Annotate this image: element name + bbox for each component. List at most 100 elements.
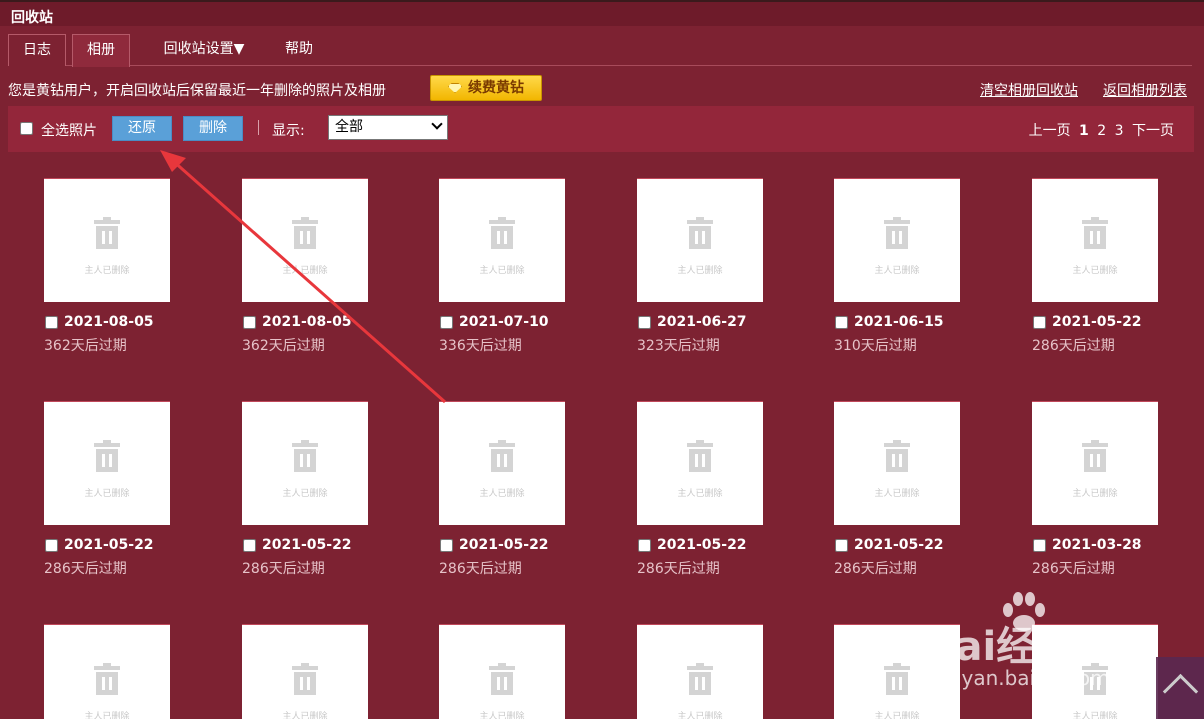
photo-thumbnail[interactable]: 主人已删除 [44, 624, 170, 719]
back-to-albums-link[interactable]: 返回相册列表 [1103, 80, 1187, 100]
photo-thumbnail[interactable]: 主人已删除 [242, 178, 368, 302]
photo-item[interactable]: 主人已删除 [439, 624, 567, 719]
photo-expire: 286天后过期 [242, 561, 325, 577]
photo-thumbnail[interactable]: 主人已删除 [439, 624, 565, 719]
trash-icon [687, 663, 713, 695]
photo-date: 2021-06-15 [854, 314, 944, 330]
photo-item[interactable]: 主人已删除 2021-05-22 286天后过期 [439, 401, 567, 577]
photo-checkbox[interactable] [638, 539, 651, 552]
delete-button[interactable]: 删除 [183, 116, 243, 141]
photo-item[interactable]: 主人已删除 2021-07-10 336天后过期 [439, 178, 567, 354]
photo-item[interactable]: 主人已删除 [637, 624, 765, 719]
tab-recycle-settings[interactable]: 回收站设置▼ [158, 34, 250, 66]
pagination: 上一页 1 2 3 下一页 [1025, 120, 1174, 140]
deleted-placeholder-text: 主人已删除 [1072, 712, 1118, 719]
photo-thumbnail[interactable]: 主人已删除 [834, 178, 960, 302]
trash-icon [94, 440, 120, 472]
select-all-label[interactable]: 全选照片 [41, 120, 97, 140]
renew-vip-label: 续费黄钻 [468, 80, 524, 96]
photo-item[interactable]: 主人已删除 2021-05-22 286天后过期 [834, 401, 962, 577]
watermark-text: Bai经验 [925, 624, 1077, 670]
photo-thumbnail[interactable]: 主人已删除 [1032, 401, 1158, 525]
deleted-placeholder-text: 主人已删除 [479, 266, 525, 276]
photo-item[interactable]: 主人已删除 2021-05-22 286天后过期 [44, 401, 172, 577]
photo-checkbox[interactable] [243, 316, 256, 329]
trash-icon [1082, 217, 1108, 249]
photo-thumbnail[interactable]: 主人已删除 [44, 401, 170, 525]
renew-vip-button[interactable]: 续费黄钻 [430, 75, 542, 101]
photo-item[interactable]: 主人已删除 2021-08-05 362天后过期 [242, 178, 370, 354]
photo-thumbnail[interactable]: 主人已删除 [44, 178, 170, 302]
photo-checkbox[interactable] [45, 539, 58, 552]
deleted-placeholder-text: 主人已删除 [677, 489, 723, 499]
photo-thumbnail[interactable]: 主人已删除 [242, 401, 368, 525]
diamond-icon [448, 83, 462, 93]
photo-checkbox[interactable] [440, 539, 453, 552]
photo-thumbnail[interactable]: 主人已删除 [834, 401, 960, 525]
arrow-head [160, 150, 186, 172]
page-2[interactable]: 2 [1097, 123, 1106, 139]
clear-recycle-link[interactable]: 清空相册回收站 [980, 80, 1078, 100]
trash-icon [94, 217, 120, 249]
photo-item[interactable]: 主人已删除 2021-05-22 286天后过期 [242, 401, 370, 577]
page-3[interactable]: 3 [1115, 123, 1124, 139]
trash-icon [489, 217, 515, 249]
photo-item[interactable]: 主人已删除 2021-03-28 286天后过期 [1032, 401, 1160, 577]
photo-date: 2021-08-05 [262, 314, 352, 330]
deleted-placeholder-text: 主人已删除 [84, 266, 130, 276]
deleted-placeholder-text: 主人已删除 [479, 712, 525, 719]
deleted-placeholder-text: 主人已删除 [1072, 489, 1118, 499]
trash-icon [687, 217, 713, 249]
show-filter-select[interactable]: 全部 [328, 115, 448, 140]
tab-diary[interactable]: 日志 [8, 34, 66, 66]
tab-album[interactable]: 相册 [72, 34, 130, 67]
page-1[interactable]: 1 [1079, 123, 1089, 139]
show-label: 显示: [272, 123, 305, 139]
photo-date: 2021-05-22 [262, 537, 352, 553]
photo-thumbnail[interactable]: 主人已删除 [637, 178, 763, 302]
photo-item[interactable]: 主人已删除 2021-06-15 310天后过期 [834, 178, 962, 354]
deleted-placeholder-text: 主人已删除 [282, 712, 328, 719]
photo-checkbox[interactable] [1033, 539, 1046, 552]
photo-item[interactable]: 主人已删除 2021-05-22 286天后过期 [637, 401, 765, 577]
photo-expire: 286天后过期 [1032, 338, 1115, 354]
prev-page-link[interactable]: 上一页 [1029, 123, 1071, 139]
photo-item[interactable]: 主人已删除 2021-05-22 286天后过期 [1032, 178, 1160, 354]
trash-icon [292, 663, 318, 695]
restore-button[interactable]: 还原 [112, 116, 172, 141]
photo-item[interactable]: 主人已删除 2021-06-27 323天后过期 [637, 178, 765, 354]
show-filter-value: 全部 [335, 119, 363, 135]
tab-help[interactable]: 帮助 [278, 34, 320, 66]
photo-thumbnail[interactable]: 主人已删除 [1032, 178, 1158, 302]
photo-date: 2021-07-10 [459, 314, 549, 330]
photo-checkbox[interactable] [440, 316, 453, 329]
deleted-placeholder-text: 主人已删除 [677, 266, 723, 276]
photo-expire: 286天后过期 [439, 561, 522, 577]
photo-expire: 323天后过期 [637, 338, 720, 354]
photo-checkbox[interactable] [243, 539, 256, 552]
photo-item[interactable]: 主人已删除 2021-08-05 362天后过期 [44, 178, 172, 354]
photo-checkbox[interactable] [1033, 316, 1046, 329]
photo-date: 2021-05-22 [1052, 314, 1142, 330]
deleted-placeholder-text: 主人已删除 [677, 712, 723, 719]
trash-icon [687, 440, 713, 472]
photo-checkbox[interactable] [835, 316, 848, 329]
photo-thumbnail[interactable]: 主人已删除 [439, 178, 565, 302]
select-all-checkbox[interactable] [20, 122, 33, 135]
photo-date: 2021-06-27 [657, 314, 747, 330]
deleted-placeholder-text: 主人已删除 [1072, 266, 1118, 276]
photo-expire: 286天后过期 [637, 561, 720, 577]
next-page-link[interactable]: 下一页 [1132, 123, 1174, 139]
photo-item[interactable]: 主人已删除 [44, 624, 172, 719]
photo-thumbnail[interactable]: 主人已删除 [439, 401, 565, 525]
trash-icon [292, 440, 318, 472]
photo-thumbnail[interactable]: 主人已删除 [637, 401, 763, 525]
photo-checkbox[interactable] [45, 316, 58, 329]
photo-checkbox[interactable] [638, 316, 651, 329]
photo-item[interactable]: 主人已删除 [242, 624, 370, 719]
photo-checkbox[interactable] [835, 539, 848, 552]
photo-thumbnail[interactable]: 主人已删除 [242, 624, 368, 719]
photo-thumbnail[interactable]: 主人已删除 [637, 624, 763, 719]
photo-date: 2021-05-22 [854, 537, 944, 553]
back-to-top-button[interactable] [1156, 657, 1204, 719]
